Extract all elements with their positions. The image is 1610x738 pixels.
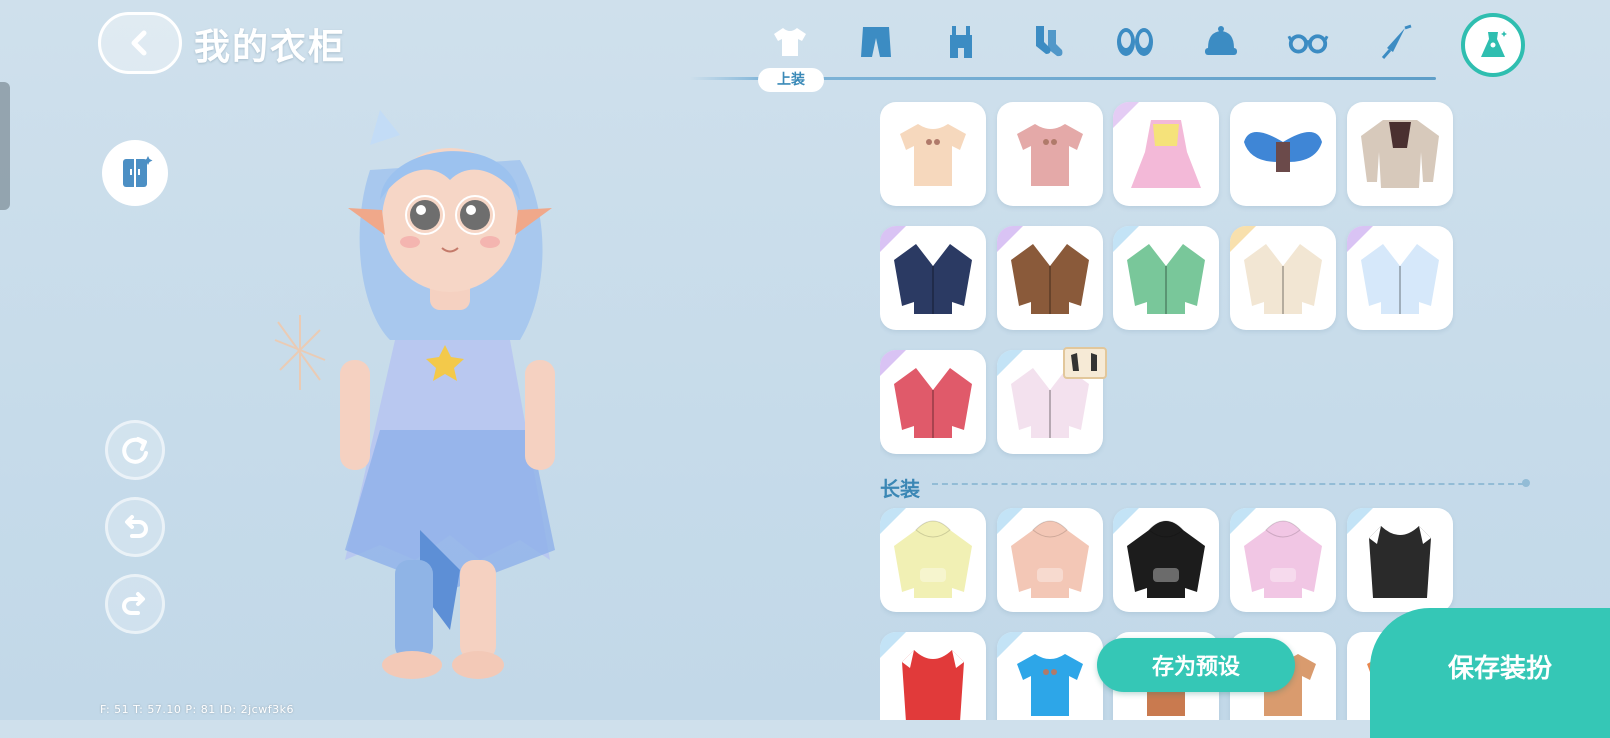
long-item-card[interactable] [997,632,1103,720]
clothing-thumbnail-icon [1127,244,1205,314]
side-drawer-handle[interactable] [0,82,10,210]
character-preview[interactable] [220,90,620,700]
long-item-card[interactable] [1230,508,1336,612]
overalls-icon [950,26,972,58]
clothing-thumbnail-icon [1131,120,1201,188]
top-item-card[interactable] [1113,226,1219,330]
top-item-card[interactable] [880,102,986,206]
save-as-preset-button[interactable]: 存为预设 [1097,638,1295,692]
clothing-thumbnail-icon [902,650,964,720]
clothing-thumbnail-icon [894,244,972,314]
tab-socks[interactable] [1026,20,1070,64]
long-item-card[interactable] [880,632,986,720]
tab-accessories[interactable] [1373,20,1417,64]
section-title-long: 长装 [880,477,920,501]
socks-icon [1036,26,1063,57]
top-item-card[interactable] [1230,102,1336,206]
clothing-thumbnail-icon [1244,520,1322,598]
long-item-card[interactable] [1113,508,1219,612]
clothing-thumbnail-icon [894,368,972,438]
rotate-icon [122,437,148,464]
wardrobe-icon [123,156,153,187]
clothing-thumbnail-icon [1244,132,1322,172]
active-tab-label: 上装 [758,68,824,92]
mini-outfit-icon [1071,353,1097,371]
top-item-card[interactable] [880,350,986,454]
section-divider-dot [1522,479,1530,487]
outfit-icon [1481,31,1507,57]
tab-tops[interactable] [768,20,812,64]
top-item-card[interactable] [1113,102,1219,206]
hat-icon [1205,26,1237,55]
chevron-left-icon [131,30,147,56]
clothing-thumbnail-icon [900,124,966,186]
top-item-card[interactable] [1347,226,1453,330]
tab-glasses[interactable] [1286,20,1330,64]
tab-hats[interactable] [1199,20,1243,64]
wardrobe-switch-button[interactable] [102,140,168,206]
debug-stats: F: 51 T: 57.10 P: 81 ID: 2jcwf3k6 [100,703,294,716]
shoes-icon [1117,28,1153,56]
pants-icon [861,27,891,57]
top-item-card[interactable] [997,102,1103,206]
shirt-icon [774,28,806,56]
back-button[interactable] [98,12,182,74]
tab-overalls[interactable] [939,20,983,64]
top-item-card[interactable] [1230,226,1336,330]
try-on-badge [1063,347,1107,379]
redo-icon [122,592,145,615]
rotate-button[interactable] [105,420,165,480]
tab-outfits[interactable] [1461,13,1525,77]
undo-button[interactable] [105,497,165,557]
avatar-character [274,110,555,679]
top-item-card[interactable] [880,226,986,330]
save-outfit-button[interactable]: 保存装扮 [1370,608,1610,738]
clothing-thumbnail-icon [1361,120,1439,188]
tab-shoes[interactable] [1113,20,1157,64]
top-item-card[interactable] [1347,102,1453,206]
umbrella-icon [1381,24,1412,59]
clothing-thumbnail-icon [894,520,972,598]
clothing-thumbnail-icon [1017,654,1083,716]
clothing-thumbnail-icon [1369,526,1431,598]
section-divider [932,483,1524,485]
page-title: 我的衣柜 [194,27,347,68]
redo-button[interactable] [105,574,165,634]
top-item-card[interactable] [997,226,1103,330]
clothing-thumbnail-icon [1361,244,1439,314]
glasses-icon [1287,34,1329,54]
clothing-thumbnail-icon [1011,520,1089,598]
long-item-card[interactable] [880,508,986,612]
long-item-card[interactable] [1347,508,1453,612]
undo-icon [125,515,148,538]
tab-pants[interactable] [854,20,898,64]
clothing-thumbnail-icon [1017,124,1083,186]
clothing-thumbnail-icon [1244,244,1322,314]
long-item-card[interactable] [997,508,1103,612]
clothing-thumbnail-icon [1127,520,1205,598]
clothing-thumbnail-icon [1011,244,1089,314]
